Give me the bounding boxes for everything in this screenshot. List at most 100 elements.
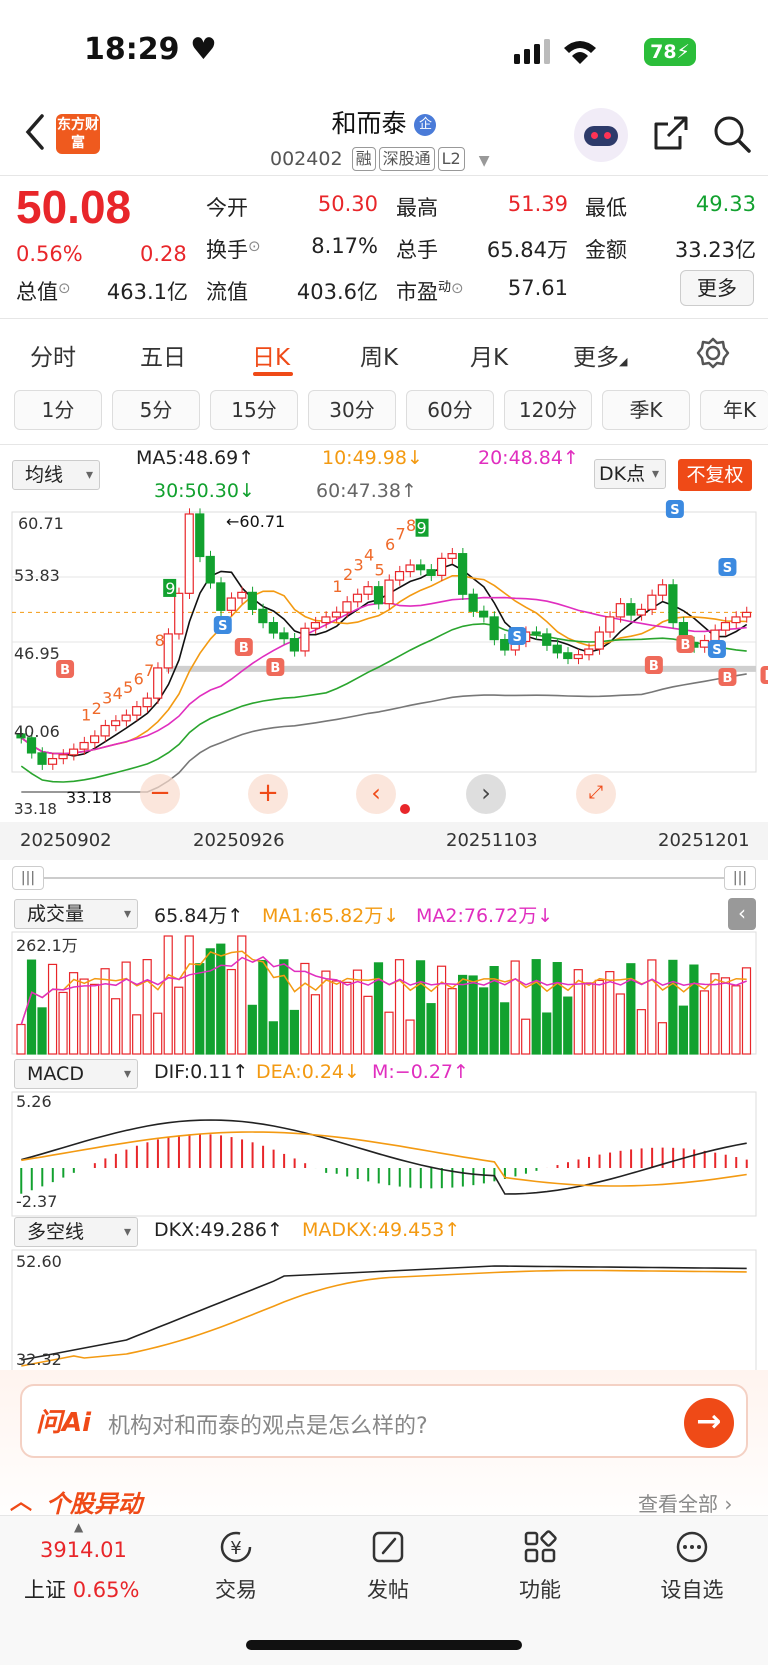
tab-monthly-k[interactable]: 月K	[470, 338, 508, 372]
candle-body	[247, 591, 257, 610]
more-quote-button[interactable]: 更多	[680, 270, 754, 306]
seq-number: 6	[134, 670, 144, 689]
candle-body	[647, 594, 657, 610]
volume-bar	[16, 1023, 26, 1055]
chart-scrollbar[interactable]: ||| |||	[12, 866, 756, 890]
index-value[interactable]: 3914.01	[40, 1538, 127, 1562]
collapse-panel-button[interactable]: ‹	[728, 898, 756, 930]
pe-label: 市盈动⊙	[396, 279, 464, 304]
volume-bar	[121, 961, 131, 1055]
candle-body	[331, 611, 342, 618]
volume-bar	[615, 993, 625, 1055]
interval-60min[interactable]: 60分	[406, 390, 494, 430]
dk-point-button[interactable]: DK点	[594, 459, 666, 489]
volume-chart	[11, 931, 757, 1055]
volume-bar	[468, 975, 478, 1055]
seq-number: 1	[332, 577, 342, 596]
tab-intraday[interactable]: 分时	[30, 338, 76, 372]
nav-post[interactable]: 发帖	[338, 1528, 438, 1604]
arrow-right-icon[interactable]: →	[684, 1398, 734, 1448]
ai-robot-avatar[interactable]	[574, 108, 628, 162]
candle-body	[373, 586, 384, 605]
seq-number: 2	[92, 699, 102, 718]
seq-number: 3	[353, 555, 363, 574]
y-label-2: 53.83	[14, 566, 60, 585]
seq-number: 1	[81, 706, 91, 725]
volume-bar	[447, 988, 457, 1055]
post-edit-icon	[372, 1531, 404, 1563]
l2-tag: L2	[437, 147, 465, 171]
dkx-indicator-select[interactable]: 多空线	[14, 1217, 138, 1247]
interval-year-k[interactable]: 年K	[700, 390, 768, 430]
share-icon[interactable]	[650, 114, 690, 154]
interval-1min[interactable]: 1分	[14, 390, 102, 430]
zoom-out-button[interactable]: −	[140, 774, 180, 814]
volume-bar	[195, 963, 205, 1055]
volume-bar	[132, 1014, 142, 1055]
active-tab-indicator	[253, 372, 293, 376]
date-label-3: 20251103	[446, 830, 538, 851]
madkx-line	[21, 1269, 747, 1367]
volume-bar	[205, 948, 215, 1055]
info-icon[interactable]: ⊙	[58, 279, 71, 297]
volume-bar	[720, 977, 731, 1055]
seq-number: 9	[417, 519, 427, 538]
ma-indicator-select[interactable]: 均线	[12, 460, 100, 490]
settings-gear-icon[interactable]	[696, 336, 730, 370]
candle-body	[542, 633, 552, 646]
tab-weekly-k[interactable]: 周K	[360, 338, 398, 372]
seq-number: 9	[165, 579, 175, 598]
info-icon[interactable]: ⊙	[248, 237, 261, 255]
y-label-3: 46.95	[14, 644, 60, 663]
macd-top-label: 5.26	[16, 1092, 52, 1111]
candle-body	[142, 697, 152, 708]
high-value: 51.39	[507, 192, 568, 216]
fullscreen-icon[interactable]: ⤢	[576, 774, 616, 814]
ma30-legend: 30:50.30↓	[154, 480, 255, 502]
volume-bar	[111, 998, 121, 1055]
tab-daily-k[interactable]: 日K	[252, 338, 290, 372]
candle-body	[289, 638, 299, 652]
seq-number: 7	[396, 525, 406, 544]
ai-question-bar[interactable]: 问Ai 机构对和而泰的观点是怎么样的? →	[20, 1384, 748, 1458]
volume-bar	[289, 1009, 299, 1055]
volume-value: 65.84万	[486, 238, 568, 262]
tab-five-day[interactable]: 五日	[140, 338, 186, 372]
nav-watchlist[interactable]: 设自选	[642, 1528, 742, 1604]
tab-more[interactable]: 更多◢	[573, 338, 627, 372]
volume-indicator-select[interactable]: 成交量	[14, 899, 138, 929]
dkx-bottom-label: 32.32	[16, 1350, 62, 1369]
candle-body	[552, 644, 562, 654]
signal-letter: B	[270, 661, 280, 676]
interval-5min[interactable]: 5分	[112, 390, 200, 430]
search-icon[interactable]	[712, 114, 752, 154]
chevron-up-icon[interactable]: ︿	[10, 1484, 32, 1516]
kline-chart[interactable]: 123456789123456789BSBBSBBSSSBBS	[0, 500, 768, 820]
interval-quarter-k[interactable]: 季K	[602, 390, 690, 430]
info-icon[interactable]: ⊙	[451, 279, 464, 297]
volume-ma1-legend: MA1:65.82万↓	[262, 905, 400, 927]
mktcap-value: 463.1亿	[106, 280, 188, 304]
scroll-left-button[interactable]: ‹	[356, 774, 396, 814]
chevron-down-icon[interactable]: ▼	[479, 153, 490, 169]
candle-body	[321, 616, 331, 624]
candle-body	[573, 654, 583, 660]
nav-trade[interactable]: ¥ 交易	[186, 1528, 286, 1604]
scroll-right-button[interactable]: ›	[466, 774, 506, 814]
seq-number: 7	[144, 661, 154, 680]
zoom-in-button[interactable]: +	[248, 774, 288, 814]
seq-number: 4	[364, 546, 374, 565]
volume-bar	[58, 991, 68, 1055]
candle-body	[458, 553, 468, 595]
interval-15min[interactable]: 15分	[210, 390, 298, 430]
interval-120min[interactable]: 120分	[504, 390, 592, 430]
macd-indicator-select[interactable]: MACD	[14, 1059, 138, 1089]
view-all-link[interactable]: 查看全部 ›	[638, 1488, 732, 1517]
nav-functions[interactable]: 功能	[490, 1528, 590, 1604]
volume-bar	[626, 963, 636, 1055]
signal-letter: B	[722, 671, 732, 686]
index-name[interactable]: 上证 0.65%	[24, 1574, 139, 1604]
interval-30min[interactable]: 30分	[308, 390, 396, 430]
no-adjust-button[interactable]: 不复权	[678, 459, 752, 491]
seq-number: 8	[155, 631, 165, 650]
